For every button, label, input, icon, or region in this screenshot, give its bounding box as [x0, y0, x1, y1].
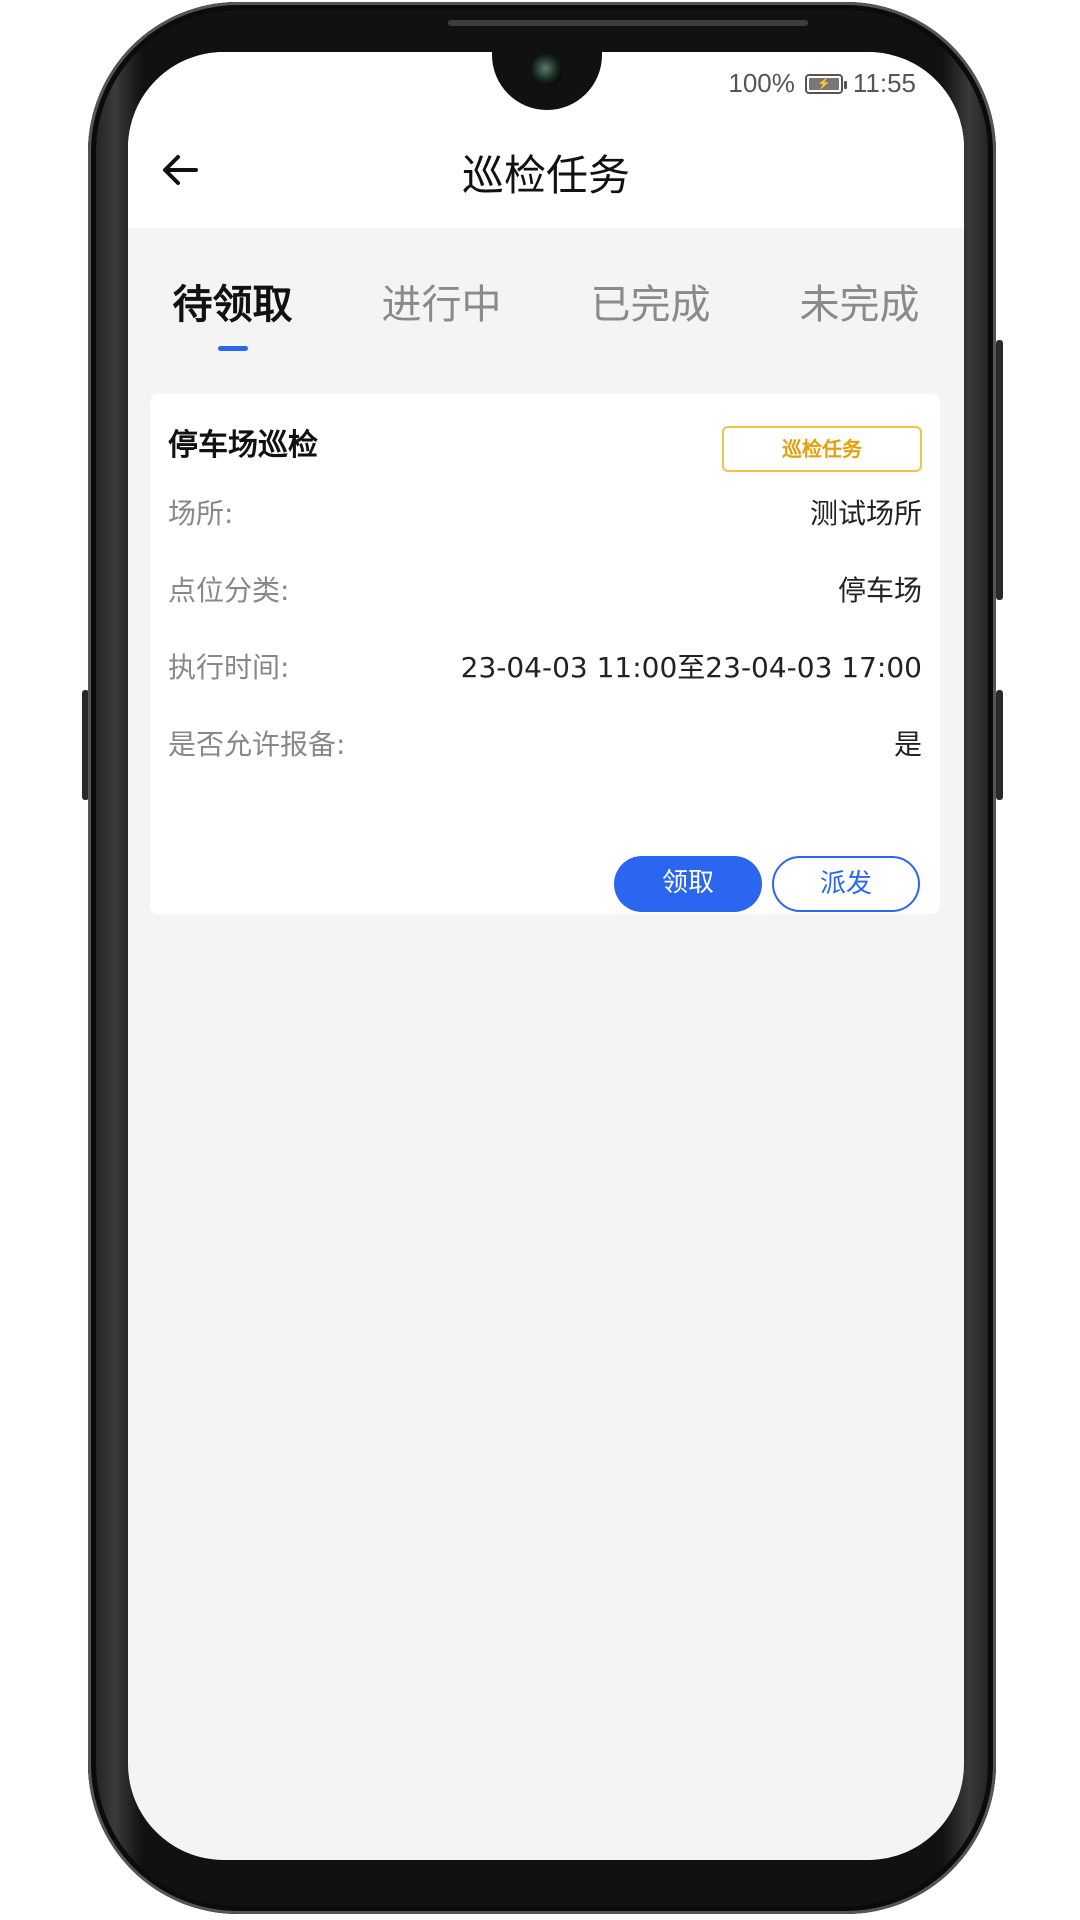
- info-value: 是: [893, 728, 922, 761]
- info-value: 停车场: [837, 574, 922, 607]
- info-value: 23-04-03 11:00至23-04-03 17:00: [460, 651, 922, 684]
- app-screen: 100% ⚡ 11:55 巡检任务 待领取 进行中 已完成 未完成 停车场巡检 …: [128, 52, 964, 1860]
- task-card[interactable]: 停车场巡检 巡检任务 场所: 测试场所 点位分类: 停车场 执行时间: 23-0…: [150, 394, 940, 914]
- info-row-report: 是否允许报备: 是: [168, 723, 922, 763]
- info-row-place: 场所: 测试场所: [168, 492, 922, 532]
- tab-label: 进行中: [381, 282, 502, 328]
- page-title: 巡检任务: [461, 151, 630, 200]
- clock: 11:55: [852, 68, 916, 98]
- status-tabs: 待领取 进行中 已完成 未完成: [128, 228, 964, 360]
- info-row-time: 执行时间: 23-04-03 11:00至23-04-03 17:00: [168, 646, 922, 686]
- battery-percent: 100%: [728, 68, 795, 98]
- tab-label: 待领取: [172, 282, 293, 328]
- info-label: 是否允许报备:: [168, 728, 346, 761]
- tab-pending[interactable]: 待领取: [128, 228, 337, 360]
- tab-incomplete[interactable]: 未完成: [755, 228, 964, 360]
- active-tab-indicator: [217, 346, 248, 351]
- app-header: 巡检任务: [128, 112, 964, 228]
- info-label: 场所:: [168, 497, 234, 530]
- status-indicators: 100% ⚡ 11:55: [728, 68, 916, 99]
- tab-completed[interactable]: 已完成: [546, 228, 755, 360]
- info-label: 点位分类:: [168, 574, 290, 607]
- task-title: 停车场巡检: [168, 428, 318, 463]
- device-mockup: 100% ⚡ 11:55 巡检任务 待领取 进行中 已完成 未完成 停车场巡检 …: [0, 0, 1080, 1920]
- info-value: 测试场所: [809, 497, 922, 530]
- power-button: [996, 690, 1003, 800]
- battery-icon: ⚡: [804, 73, 847, 94]
- front-camera-icon: [531, 54, 563, 86]
- tab-in-progress[interactable]: 进行中: [337, 228, 546, 360]
- speaker-grill: [448, 20, 808, 26]
- dispatch-button[interactable]: 派发: [772, 856, 920, 912]
- claim-button[interactable]: 领取: [614, 856, 762, 912]
- tab-label: 未完成: [799, 282, 920, 328]
- tab-label: 已完成: [590, 282, 711, 328]
- task-type-badge: 巡检任务: [722, 426, 922, 472]
- info-row-category: 点位分类: 停车场: [168, 569, 922, 609]
- info-label: 执行时间:: [168, 651, 290, 684]
- side-button: [996, 340, 1003, 600]
- battery-charging-icon: ⚡: [808, 77, 839, 90]
